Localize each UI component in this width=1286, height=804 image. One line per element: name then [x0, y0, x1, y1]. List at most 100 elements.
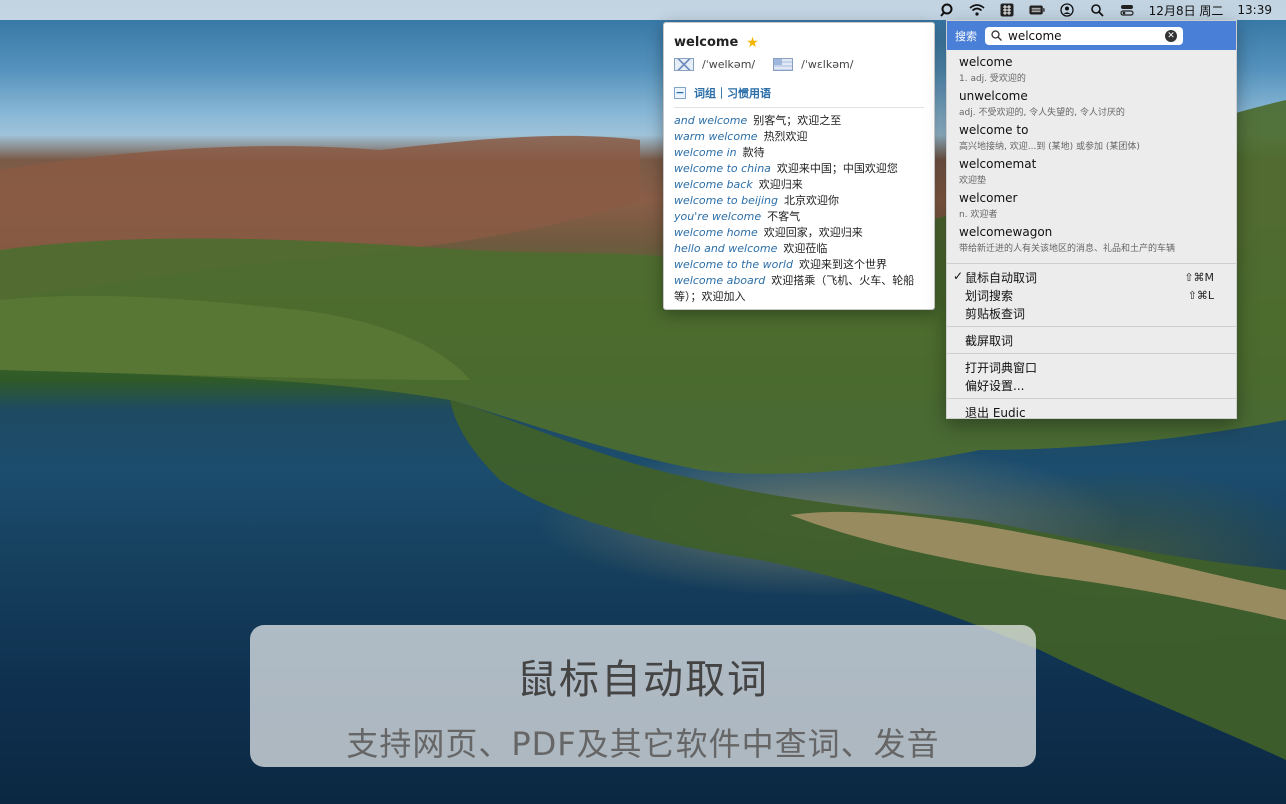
suggestion-word: welcomemat — [959, 157, 1037, 171]
us-flag-icon[interactable] — [773, 58, 794, 71]
menu-item-quit[interactable]: 退出 Eudic — [947, 403, 1236, 421]
phrases-section-header[interactable]: − 词组｜习惯用语 — [674, 85, 924, 108]
menu-divider — [947, 326, 1236, 327]
checkmark-icon: ✓ — [953, 269, 964, 283]
menubar-date[interactable]: 12月8日 周二 — [1149, 2, 1224, 19]
phrase-zh: 不客气 — [767, 210, 801, 223]
phrase-zh: 款待 — [742, 146, 765, 159]
suggestion-item[interactable]: welcomer n. 欢迎者 — [959, 191, 1224, 225]
phrase-en[interactable]: warm welcome — [674, 130, 758, 143]
menu-divider — [947, 398, 1236, 399]
suggestion-item[interactable]: welcome to 高兴地接纳, 欢迎...到 (某地) 或参加 (某团体) — [959, 123, 1224, 157]
phrase-en[interactable]: you're welcome — [674, 210, 761, 223]
menu-item-label: 偏好设置... — [965, 378, 1025, 393]
suggestion-def: 带给新迁进的人有关该地区的消息、礼品和土产的车辆 — [959, 244, 1176, 254]
menu-item-screen-lookup[interactable]: 截屏取词 — [947, 331, 1236, 349]
uk-phonetic: /ˈwelkəm/ — [702, 58, 756, 71]
suggestion-word: welcome to — [959, 123, 1029, 137]
suggestion-item[interactable]: welcomewagon 带给新迁进的人有关该地区的消息、礼品和土产的车辆 — [959, 225, 1224, 259]
phrase-zh: 欢迎来中国；中国欢迎您 — [776, 162, 898, 175]
definition-popup: welcome ★ /ˈwelkəm/ /ˈwɛlkəm/ − 词组｜习惯用语 … — [663, 22, 935, 310]
us-phonetic: /ˈwɛlkəm/ — [801, 58, 854, 71]
menu-item-clipboard-lookup[interactable]: 剪贴板查词 — [947, 304, 1236, 322]
menu-item-label: 鼠标自动取词 — [965, 270, 1038, 285]
menu-item-label: 退出 Eudic — [965, 405, 1026, 420]
menubar-time[interactable]: 13:39 — [1237, 3, 1272, 17]
phrase-item: welcome in 款待 — [674, 145, 924, 161]
wifi-icon[interactable] — [969, 2, 985, 18]
caption-subtitle: 支持网页、PDF及其它软件中查词、发音 — [346, 725, 940, 763]
search-input[interactable] — [1008, 28, 1158, 43]
phrase-item: welcome to beijing 北京欢迎你 — [674, 193, 924, 209]
phrase-en[interactable]: welcome to beijing — [674, 194, 778, 207]
magnifier-icon — [991, 30, 1002, 41]
phrase-zh: 欢迎回家，欢迎归来 — [763, 226, 863, 239]
clear-icon[interactable]: ✕ — [1165, 29, 1177, 42]
phrase-zh: 欢迎归来 — [758, 178, 803, 191]
eudic-icon[interactable] — [939, 2, 955, 18]
uk-flag-icon[interactable] — [674, 58, 694, 71]
phrase-zh: 欢迎莅临 — [783, 242, 828, 255]
menu-divider — [947, 263, 1236, 264]
suggestion-word: welcome — [959, 55, 1013, 69]
suggestion-list: welcome 1. adj. 受欢迎的 unwelcome adj. 不受欢迎… — [947, 50, 1236, 259]
phrase-en[interactable]: welcome home — [674, 226, 758, 239]
eudic-menu: 搜索 ✕ welcome 1. adj. 受欢迎的 unwelcome adj.… — [946, 20, 1237, 421]
phrase-item: and welcome 别客气；欢迎之至 — [674, 113, 924, 129]
menu-item-auto-lookup[interactable]: ✓ 鼠标自动取词 ⇧⌘M — [947, 268, 1236, 286]
suggestion-def: adj. 不受欢迎的, 令人失望的, 令人讨厌的 — [959, 108, 1125, 118]
user-icon[interactable] — [1059, 2, 1075, 18]
menu-item-select-lookup[interactable]: 划词搜索 ⇧⌘L — [947, 286, 1236, 304]
search-label: 搜索 — [955, 29, 977, 43]
headword: welcome — [674, 35, 739, 50]
caption-title: 鼠标自动取词 — [517, 657, 769, 703]
suggestion-def: 欢迎垫 — [959, 176, 987, 186]
suggestion-item[interactable]: welcomemat 欢迎垫 — [959, 157, 1224, 191]
phrase-item: warm welcome 热烈欢迎 — [674, 129, 924, 145]
menu-item-label: 打开词典窗口 — [965, 360, 1038, 375]
suggestion-word: welcomer — [959, 191, 1018, 205]
phrase-zh: 别客气；欢迎之至 — [753, 114, 842, 127]
phrase-item: welcome to china 欢迎来中国；中国欢迎您 — [674, 161, 924, 177]
suggestion-def: 高兴地接纳, 欢迎...到 (某地) 或参加 (某团体) — [959, 142, 1140, 152]
phrase-en[interactable]: welcome to the world — [674, 258, 793, 271]
suggestion-def: n. 欢迎者 — [959, 210, 998, 220]
menu-item-shortcut: ⇧⌘L — [1187, 288, 1214, 302]
menu-item-shortcut: ⇧⌘M — [1184, 270, 1214, 284]
feature-caption: 鼠标自动取词 支持网页、PDF及其它软件中查词、发音 — [250, 625, 1036, 767]
phrase-item: you're welcome 不客气 — [674, 209, 924, 225]
menu-item-label: 划词搜索 — [965, 288, 1014, 303]
phrase-zh: 北京欢迎你 — [784, 194, 839, 207]
menu-bar: 12月8日 周二 13:39 — [0, 0, 1286, 20]
battery-icon[interactable] — [1029, 2, 1045, 18]
phrase-en[interactable]: welcome aboard — [674, 274, 765, 287]
menu-item-label: 截屏取词 — [965, 333, 1014, 348]
menu-item-open-window[interactable]: 打开词典窗口 — [947, 358, 1236, 376]
phrase-en[interactable]: welcome to china — [674, 162, 771, 175]
search-box[interactable]: ✕ — [985, 26, 1183, 45]
suggestion-word: unwelcome — [959, 89, 1028, 103]
suggestion-word: welcomewagon — [959, 225, 1053, 239]
phrase-en[interactable]: and welcome — [674, 114, 747, 127]
menu-item-label: 剪贴板查词 — [965, 306, 1026, 321]
suggestion-item[interactable]: welcome 1. adj. 受欢迎的 — [959, 55, 1224, 89]
phrase-item: welcome to the world 欢迎来到这个世界 — [674, 257, 924, 273]
phrase-zh: 欢迎来到这个世界 — [798, 258, 887, 271]
phrase-en[interactable]: welcome back — [674, 178, 753, 191]
input-method-icon[interactable] — [999, 2, 1015, 18]
menu-search-bar: 搜索 ✕ — [947, 21, 1236, 50]
phrase-en[interactable]: hello and welcome — [674, 242, 777, 255]
suggestion-item[interactable]: unwelcome adj. 不受欢迎的, 令人失望的, 令人讨厌的 — [959, 89, 1224, 123]
phrase-en[interactable]: welcome in — [674, 146, 737, 159]
phrase-item: welcome back 欢迎归来 — [674, 177, 924, 193]
control-center-icon[interactable] — [1119, 2, 1135, 18]
suggestion-def: 1. adj. 受欢迎的 — [959, 74, 1026, 84]
phrase-item: hello and welcome 欢迎莅临 — [674, 241, 924, 257]
phrase-list: and welcome 别客气；欢迎之至 warm welcome 热烈欢迎 wel… — [674, 113, 924, 305]
section-title: 词组｜习惯用语 — [694, 87, 771, 100]
menu-item-preferences[interactable]: 偏好设置... — [947, 376, 1236, 394]
collapse-icon[interactable]: − — [674, 87, 686, 99]
search-icon[interactable] — [1089, 2, 1105, 18]
star-icon[interactable]: ★ — [746, 36, 759, 50]
phrase-zh: 热烈欢迎 — [763, 130, 808, 143]
